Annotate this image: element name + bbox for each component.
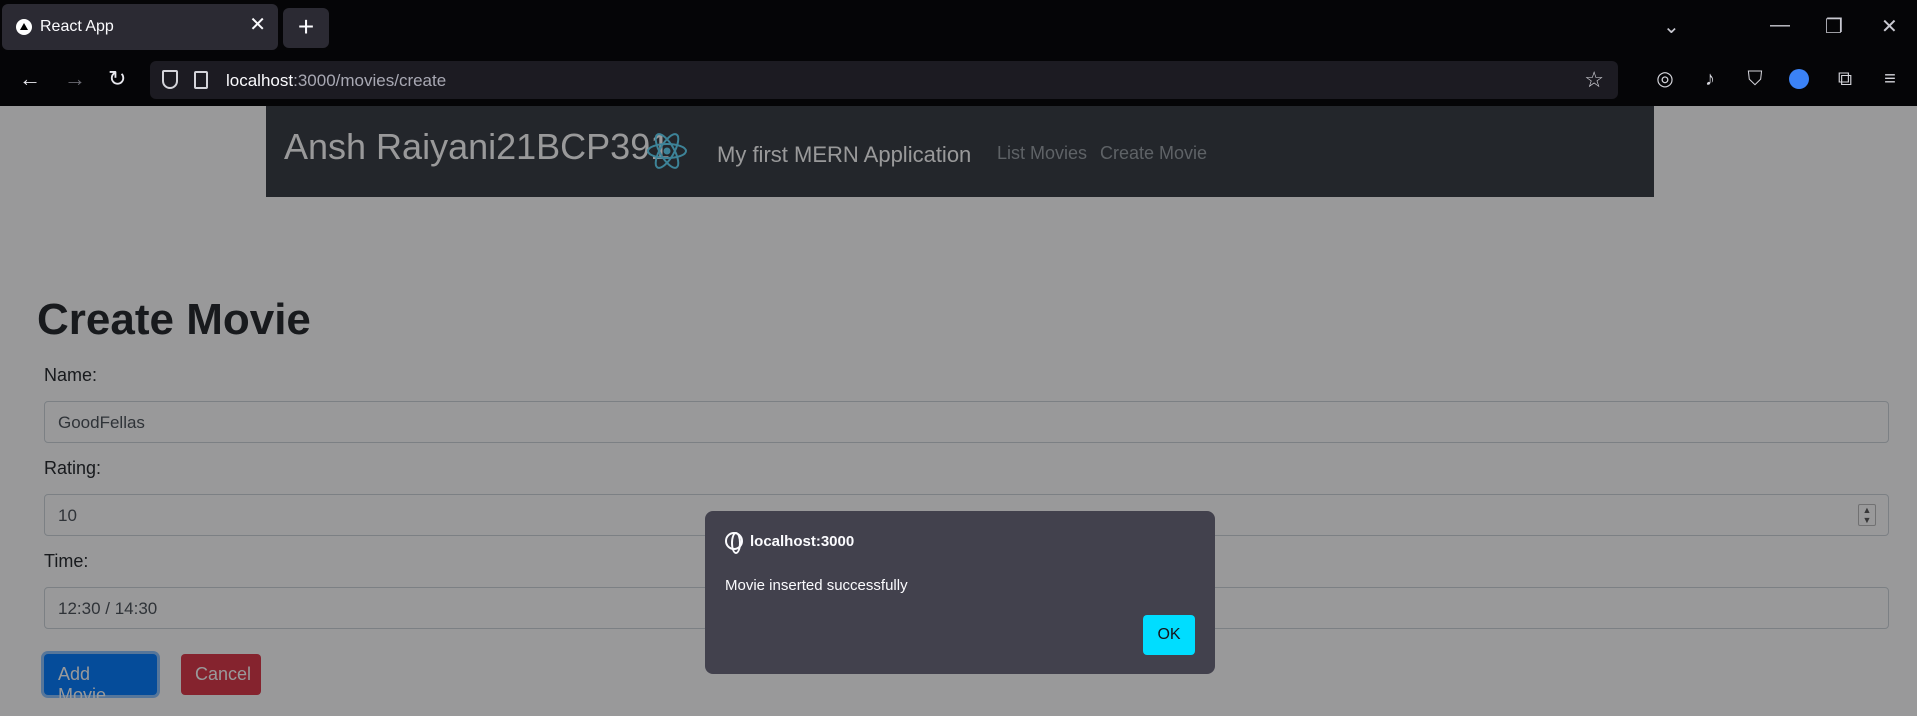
extensions-puzzle-icon[interactable]: ⧉ xyxy=(1834,68,1856,90)
reload-icon[interactable]: ↻ xyxy=(108,68,126,90)
bookmark-star-icon[interactable]: ☆ xyxy=(1584,67,1604,93)
tab-title: React App xyxy=(40,18,114,35)
new-tab-button[interactable]: + xyxy=(283,8,329,48)
ok-button[interactable]: OK xyxy=(1143,615,1195,655)
list-all-tabs-icon[interactable]: ⌄ xyxy=(1663,14,1680,39)
minimize-window-icon[interactable]: — xyxy=(1770,14,1790,37)
react-app-favicon-icon xyxy=(16,19,32,35)
page-info-icon[interactable] xyxy=(194,71,208,89)
restore-window-icon[interactable]: ❐ xyxy=(1825,14,1843,39)
dialog-origin: localhost:3000 xyxy=(750,533,855,550)
menu-hamburger-icon[interactable]: ≡ xyxy=(1879,68,1901,90)
alert-dialog: localhost:3000 Movie inserted successful… xyxy=(705,511,1215,674)
address-bar[interactable]: localhost:3000/movies/create ☆ xyxy=(150,61,1618,99)
tracking-protection-icon[interactable] xyxy=(162,70,178,89)
ublock-shield-icon[interactable]: ⛉ xyxy=(1744,68,1766,90)
url-text[interactable]: localhost:3000/movies/create xyxy=(226,71,446,91)
close-tab-icon[interactable]: ✕ xyxy=(249,15,266,35)
dialog-message: Movie inserted successfully xyxy=(725,577,908,594)
browser-nav-bar: ← → ↻ localhost:3000/movies/create ☆ xyxy=(0,54,1917,106)
profile-dot-icon[interactable] xyxy=(1789,69,1809,89)
speaker-icon[interactable]: ♪ xyxy=(1699,68,1721,90)
browser-tab[interactable]: React App ✕ xyxy=(2,4,278,50)
extension-glasses-icon[interactable]: ◎ xyxy=(1654,68,1676,90)
forward-icon[interactable]: → xyxy=(64,68,86,90)
back-icon[interactable]: ← xyxy=(19,68,41,90)
close-window-icon[interactable]: ✕ xyxy=(1881,14,1898,39)
browser-tab-bar: React App ✕ + ⌄ — ❐ ✕ xyxy=(0,0,1917,54)
globe-icon xyxy=(725,532,743,554)
